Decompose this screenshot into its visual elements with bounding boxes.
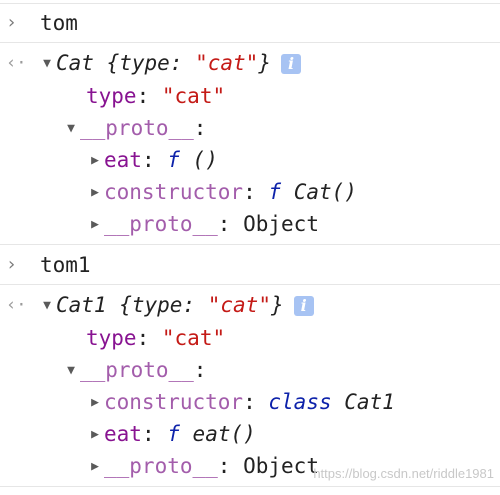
return-arrow-icon: ‹· — [6, 53, 27, 73]
expand-triangle-icon[interactable]: ▼ — [38, 49, 56, 79]
divider-bottom — [0, 486, 500, 487]
watermark: https://blog.csdn.net/riddle1981 — [313, 466, 494, 481]
prompt-icon: › — [6, 254, 17, 275]
divider — [0, 244, 500, 245]
divider-top — [0, 3, 500, 4]
proto-key: __proto__ — [80, 358, 194, 382]
summary-value: "cat" — [207, 293, 271, 317]
prompt-icon: › — [6, 12, 17, 33]
property-value: "cat" — [161, 326, 226, 350]
expand-triangle-icon[interactable]: ▼ — [62, 114, 80, 144]
object-class-name: Cat1 — [56, 293, 107, 317]
expand-triangle-icon[interactable]: ▼ — [62, 356, 80, 386]
divider — [0, 284, 500, 285]
info-icon[interactable]: i — [280, 54, 301, 74]
return-arrow-icon: ‹· — [6, 295, 27, 315]
collapse-triangle-icon[interactable]: ▶ — [86, 420, 104, 450]
collapse-triangle-icon[interactable]: ▶ — [86, 388, 104, 418]
divider — [0, 42, 500, 43]
collapse-triangle-icon[interactable]: ▶ — [86, 452, 104, 482]
summary-value: "cat" — [195, 51, 259, 75]
property-key: type — [86, 84, 137, 108]
collapse-triangle-icon[interactable]: ▶ — [86, 146, 104, 176]
info-icon[interactable]: i — [293, 296, 314, 316]
summary-key: type — [131, 293, 183, 317]
collapse-triangle-icon[interactable]: ▶ — [86, 178, 104, 208]
summary-key: type — [119, 51, 170, 75]
property-value: "cat" — [161, 84, 226, 108]
object-class-name: Cat — [56, 51, 94, 75]
collapse-triangle-icon[interactable]: ▶ — [86, 210, 104, 240]
console-input-text: tom — [40, 11, 78, 35]
console-input-text: tom1 — [40, 253, 91, 277]
proto-key: __proto__ — [80, 116, 194, 140]
property-key: type — [86, 326, 137, 350]
expand-triangle-icon[interactable]: ▼ — [38, 291, 56, 321]
